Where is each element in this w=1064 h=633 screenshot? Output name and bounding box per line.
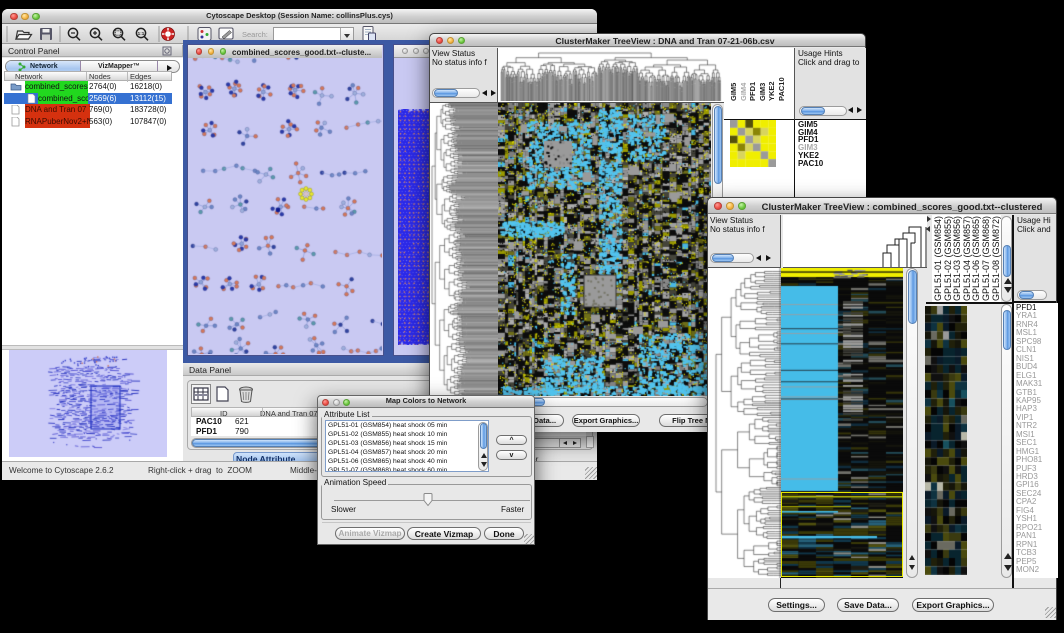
- svg-text:1:1: 1:1: [138, 31, 145, 36]
